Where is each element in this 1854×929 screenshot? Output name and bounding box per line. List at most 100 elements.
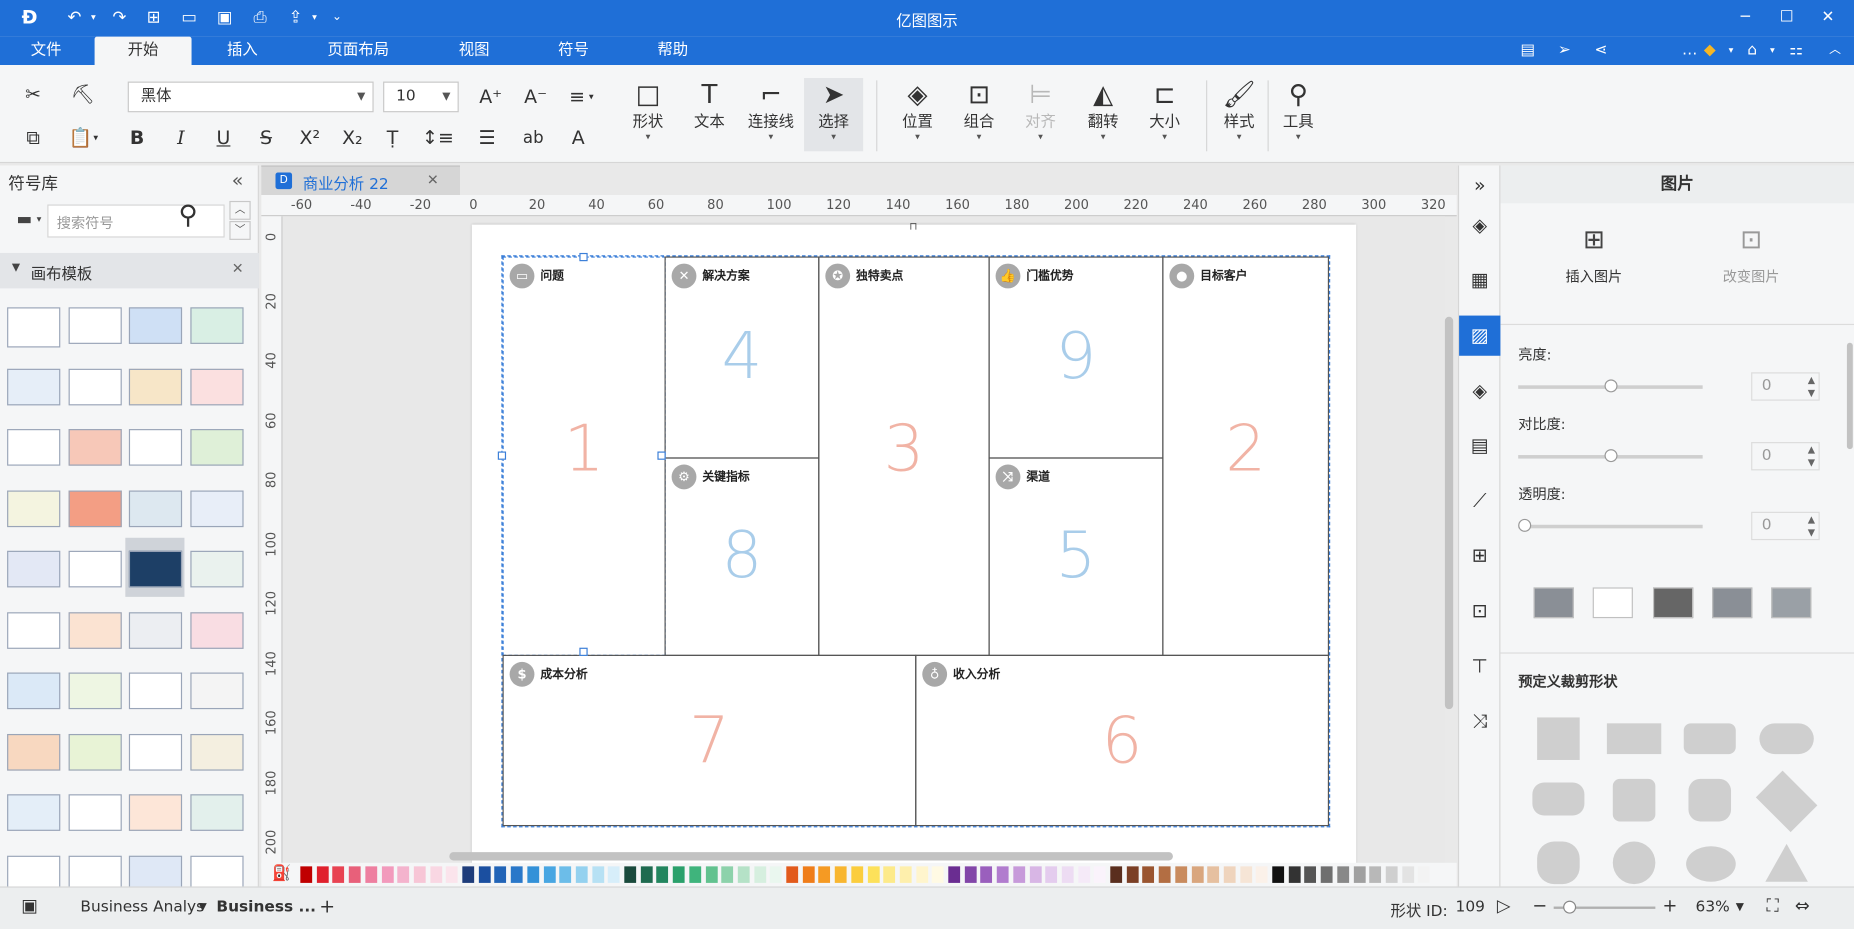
canvas-template-thumbnail[interactable]: [128, 550, 183, 588]
scroll-down-icon[interactable]: ﹀: [229, 221, 251, 240]
crop-circle[interactable]: [1612, 841, 1656, 885]
panel-scrollbar[interactable]: [1846, 342, 1853, 450]
cut-icon[interactable]: ✂: [19, 80, 47, 108]
fit-width-icon[interactable]: ⇔: [1795, 895, 1810, 916]
chart-icon[interactable]: ⟋: [1459, 481, 1500, 521]
color-swatch[interactable]: [980, 866, 993, 883]
italic-icon[interactable]: I: [167, 124, 195, 152]
text-direction-icon[interactable]: Ṭ: [378, 124, 406, 152]
color-swatch[interactable]: [705, 866, 718, 883]
superscript-icon[interactable]: X²: [296, 124, 324, 152]
color-swatch[interactable]: [786, 866, 799, 883]
canvas-template-thumbnail[interactable]: [67, 672, 122, 710]
layers-panel-icon[interactable]: ◈: [1459, 371, 1500, 411]
underline-icon[interactable]: U: [209, 124, 237, 152]
transparency-knob[interactable]: [1518, 518, 1532, 532]
color-swatch[interactable]: [510, 866, 523, 883]
canvas-template-thumbnail[interactable]: [67, 794, 122, 831]
color-swatch[interactable]: [672, 866, 685, 883]
canvas-template-thumbnail[interactable]: [128, 733, 183, 771]
selection-handle[interactable]: [657, 451, 666, 460]
menu-symbol[interactable]: 符号: [544, 37, 603, 65]
brightness-knob[interactable]: [1604, 379, 1618, 393]
canvas-template-thumbnail[interactable]: [189, 550, 243, 588]
close-section-icon[interactable]: ✕: [232, 260, 244, 277]
brightness-spinbox[interactable]: 0 ▲ ▼: [1751, 372, 1820, 401]
canvas-template-thumbnail[interactable]: [189, 672, 243, 710]
shuffle-panel-icon[interactable]: ⤨: [1459, 701, 1500, 741]
color-swatch[interactable]: [365, 866, 377, 883]
text-button[interactable]: T 文本: [681, 78, 738, 151]
crop-diamond[interactable]: [1755, 770, 1818, 833]
collapse-panel-icon[interactable]: «: [232, 169, 244, 191]
color-swatch[interactable]: [834, 866, 847, 883]
canvas-template-thumbnail[interactable]: [7, 733, 61, 771]
spin-up-icon[interactable]: ▲: [1808, 444, 1815, 455]
color-swatch[interactable]: [381, 866, 394, 883]
page-icon[interactable]: ▤: [1459, 425, 1500, 465]
color-swatch[interactable]: [575, 866, 588, 883]
canvas-template-thumbnail[interactable]: [189, 368, 243, 405]
scroll-up-icon[interactable]: ︿: [229, 200, 251, 220]
crop-rounded-square[interactable]: [1612, 778, 1656, 822]
selection-handle[interactable]: [579, 647, 588, 656]
search-icon[interactable]: ⚲: [179, 201, 198, 231]
crop-rounded-rectangle[interactable]: [1683, 723, 1736, 755]
connector-button[interactable]: ⌐ 连接线 ▾: [743, 78, 800, 151]
color-swatch[interactable]: [559, 866, 572, 883]
vertical-scrollbar[interactable]: [1444, 316, 1454, 710]
color-swatch[interactable]: [1272, 866, 1285, 883]
expand-panel-icon[interactable]: »: [1459, 165, 1500, 205]
vip-dropdown-icon[interactable]: ▾: [1720, 40, 1741, 61]
color-swatch[interactable]: [348, 866, 361, 883]
color-swatch[interactable]: [300, 866, 313, 883]
style-button[interactable]: 🖌 样式 ▾: [1211, 78, 1268, 151]
font-color-icon[interactable]: A: [564, 124, 592, 152]
add-page-icon[interactable]: +: [319, 895, 335, 917]
color-swatch[interactable]: [478, 866, 491, 883]
library-menu-dropdown-icon[interactable]: ▾: [37, 214, 42, 225]
size-button[interactable]: ⊏ 大小 ▾: [1136, 78, 1193, 151]
crop-ellipse[interactable]: [1686, 846, 1736, 882]
canvas-template-thumbnail[interactable]: [67, 368, 122, 405]
color-swatch[interactable]: [1256, 866, 1268, 883]
image-filter-thumbnail[interactable]: [1652, 587, 1694, 619]
spin-down-icon[interactable]: ▼: [1808, 527, 1815, 538]
cell-customers[interactable]: ● 目标客户 2: [1162, 256, 1330, 656]
color-swatch[interactable]: [802, 866, 815, 883]
menu-page-layout[interactable]: 页面布局: [317, 37, 400, 65]
insert-image-button[interactable]: ⊞ 插入图片: [1535, 225, 1653, 286]
zoom-in-icon[interactable]: +: [1662, 895, 1677, 916]
canvas-template-thumbnail[interactable]: [67, 489, 122, 527]
theme-dropdown-icon[interactable]: ▾: [1762, 40, 1783, 61]
apps-icon[interactable]: ⚏: [1785, 40, 1806, 61]
page-list-icon[interactable]: ▣: [21, 895, 38, 916]
close-icon[interactable]: ✕: [1816, 6, 1840, 30]
color-swatch[interactable]: [932, 866, 944, 883]
color-swatch[interactable]: [1029, 866, 1042, 883]
canvas-templates-section[interactable]: ▼ 画布模板 ✕: [0, 252, 259, 289]
image-filter-thumbnail[interactable]: [1771, 587, 1812, 619]
image-filter-thumbnail[interactable]: [1533, 587, 1574, 619]
color-swatch[interactable]: [591, 866, 604, 883]
color-swatch[interactable]: [1320, 866, 1333, 883]
canvas-template-thumbnail[interactable]: [7, 368, 61, 405]
contrast-spinbox[interactable]: 0 ▲ ▼: [1751, 442, 1820, 471]
color-swatch[interactable]: [964, 866, 977, 883]
org-chart-icon[interactable]: ⊡: [1459, 591, 1500, 631]
more-icon[interactable]: …: [1679, 40, 1700, 61]
color-swatch[interactable]: [737, 866, 750, 883]
page-anchor-icon[interactable]: ⊓: [909, 221, 917, 233]
color-swatch[interactable]: [721, 866, 734, 883]
line-spacing-icon[interactable]: ↕≡: [422, 124, 454, 152]
canvas-template-thumbnail[interactable]: [128, 307, 183, 344]
color-swatch[interactable]: [1304, 866, 1317, 883]
canvas-template-thumbnail[interactable]: [7, 794, 61, 831]
color-swatch[interactable]: [1191, 866, 1204, 883]
color-swatch[interactable]: [1045, 866, 1058, 883]
zoom-dropdown-icon[interactable]: ▼: [1736, 902, 1744, 914]
play-icon[interactable]: ▷: [1497, 895, 1511, 916]
menu-insert[interactable]: 插入: [213, 37, 272, 65]
fill-bucket-icon[interactable]: ⛽: [272, 865, 291, 883]
color-swatch[interactable]: [1207, 866, 1220, 883]
